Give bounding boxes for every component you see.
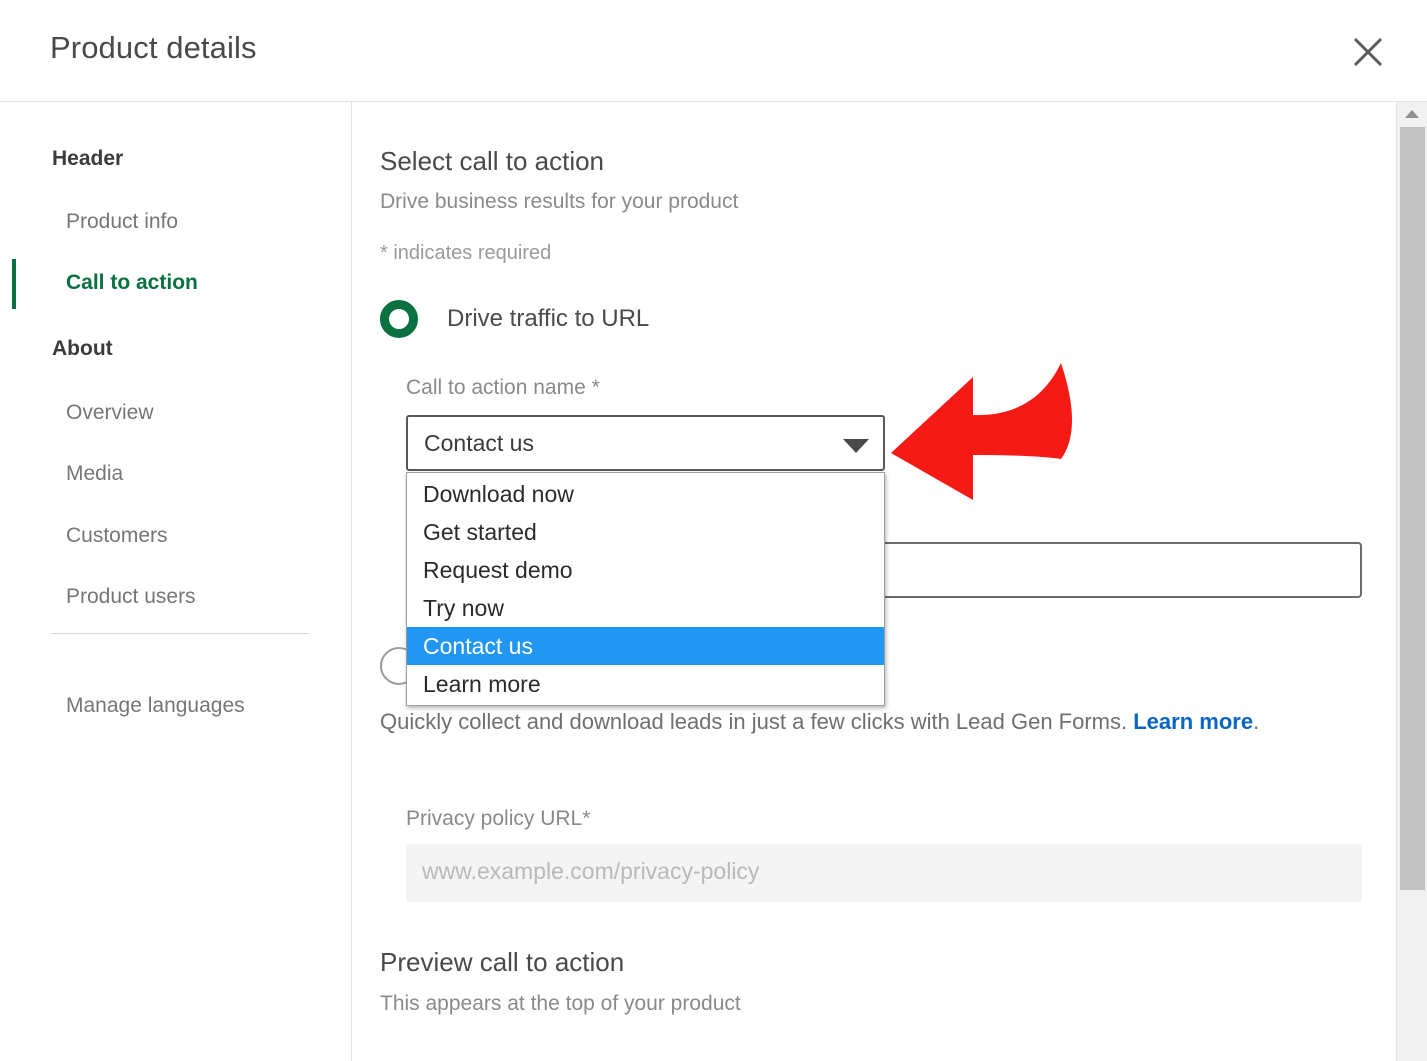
section-subtitle: Drive business results for your product [380,190,738,214]
modal-header: Product details [0,0,1427,101]
privacy-policy-url-input[interactable]: www.example.com/privacy-policy [406,844,1362,902]
sidebar-nav: Header Product info Call to action About… [0,102,351,1061]
privacy-policy-url-label: Privacy policy URL* [406,807,590,831]
modal-body: Header Product info Call to action About… [0,102,1427,1061]
sidebar-group-about: About [52,337,113,361]
main-content: Select call to action Drive business res… [352,102,1395,1061]
chevron-down-icon [843,439,869,453]
sidebar-item-product-users[interactable]: Product users [66,585,196,609]
call-to-action-name-select[interactable]: Contact us [406,415,885,471]
option-contact-us[interactable]: Contact us [407,627,884,665]
select-selected-value: Contact us [424,430,534,457]
call-to-action-name-label: Call to action name * [406,376,600,400]
option-learn-more[interactable]: Learn more [407,665,884,703]
privacy-policy-url-placeholder: www.example.com/privacy-policy [422,858,759,885]
lead-gen-description-suffix: . [1253,709,1259,734]
section-title: Select call to action [380,146,604,177]
sidebar-group-header: Header [52,147,123,171]
sidebar-divider [50,633,310,634]
option-request-demo[interactable]: Request demo [407,551,884,589]
vertical-scrollbar[interactable] [1396,102,1427,1061]
required-indicator-note: * indicates required [380,242,551,265]
close-button[interactable] [1344,28,1392,76]
option-get-started[interactable]: Get started [407,513,884,551]
radio-selected-icon [380,300,418,338]
page-title: Product details [50,30,257,66]
option-download-now[interactable]: Download now [407,475,884,513]
sidebar-item-overview[interactable]: Overview [66,401,154,425]
option-try-now[interactable]: Try now [407,589,884,627]
sidebar-item-customers[interactable]: Customers [66,524,168,548]
lead-gen-description: Quickly collect and download leads in ju… [380,702,1365,741]
sidebar-item-manage-languages[interactable]: Manage languages [66,694,245,718]
call-to-action-name-option-list[interactable]: Download now Get started Request demo Tr… [406,472,885,706]
radio-label-drive-traffic: Drive traffic to URL [447,305,649,333]
chevron-up-icon [1405,110,1419,118]
preview-section-subtitle: This appears at the top of your product [380,992,741,1016]
radio-drive-traffic-to-url[interactable]: Drive traffic to URL [380,300,649,338]
sidebar-item-product-info[interactable]: Product info [66,210,178,234]
sidebar-item-call-to-action[interactable]: Call to action [66,271,198,295]
lead-gen-learn-more-link[interactable]: Learn more [1133,709,1253,734]
preview-section-title: Preview call to action [380,947,624,978]
sidebar-active-indicator [12,259,16,309]
lead-gen-description-text: Quickly collect and download leads in ju… [380,709,1133,734]
scrollbar-up-button[interactable] [1397,102,1427,125]
product-details-modal: Product details Header Product info Call… [0,0,1427,1061]
sidebar-item-media[interactable]: Media [66,462,123,486]
scrollbar-thumb[interactable] [1400,127,1425,890]
close-icon [1351,35,1385,69]
